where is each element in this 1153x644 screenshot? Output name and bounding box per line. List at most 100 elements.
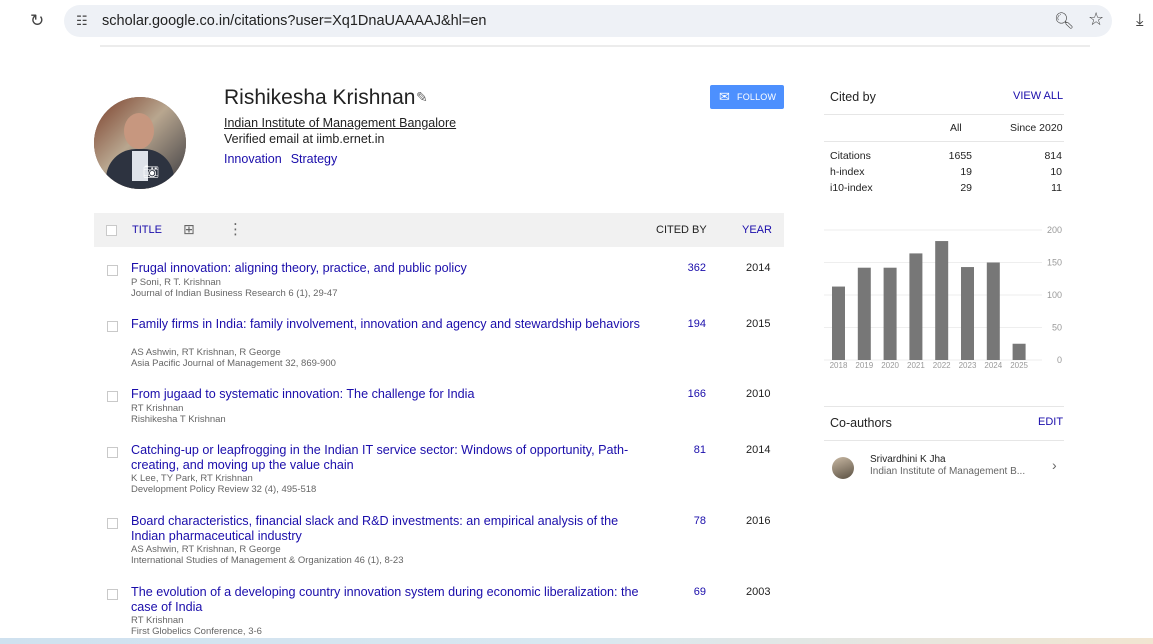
chart-bar[interactable] [961, 267, 974, 360]
article-authors: RT Krishnan [131, 403, 184, 414]
row-checkbox[interactable] [107, 265, 118, 276]
row-checkbox[interactable] [107, 321, 118, 332]
chart-x-tick-label: 2021 [907, 361, 925, 370]
article-venue: Development Policy Review 32 (4), 495-51… [131, 484, 317, 495]
article-authors: RT Krishnan [131, 615, 184, 626]
chart-bar[interactable] [935, 241, 949, 360]
article-year: 2003 [746, 586, 771, 598]
divider [824, 406, 1064, 407]
chart-y-tick-label: 100 [1047, 290, 1062, 300]
profile-interests: Innovation Strategy [224, 152, 346, 166]
stat-label[interactable]: i10-index [830, 182, 873, 194]
cited-by-count[interactable]: 194 [676, 318, 706, 330]
stats-row: Citations 1655 814 [830, 150, 1062, 164]
chart-y-tick-label: 0 [1057, 355, 1062, 365]
sort-by-cited[interactable]: CITED BY [656, 224, 707, 236]
chart-x-tick-label: 2025 [1010, 361, 1028, 370]
citations-bar-chart: 200 150 100 50 0 2018 2019 2020 2021 2022 2023 2024… [824, 225, 1062, 370]
article-title[interactable]: Family firms in India: family involvemen… [131, 317, 651, 332]
stat-since: 11 [1051, 182, 1062, 194]
article-year: 2010 [746, 388, 771, 400]
cited-by-count[interactable]: 78 [676, 515, 706, 527]
row-checkbox[interactable] [107, 589, 118, 600]
chart-bar[interactable] [832, 286, 845, 360]
camera-icon[interactable]: 📷︎ [142, 165, 160, 179]
interest-link[interactable]: Innovation [224, 152, 282, 166]
divider [824, 114, 1064, 115]
follow-button[interactable]: ✉ FOLLOW [710, 85, 784, 109]
star-icon[interactable]: ☆ [1088, 9, 1104, 30]
coauthor-item[interactable]: Srivardhini K Jha Indian Institute of Ma… [824, 449, 1064, 485]
interest-link[interactable]: Strategy [291, 152, 338, 166]
download-icon[interactable]: ⤓ [1136, 10, 1144, 30]
article-title[interactable]: Frugal innovation: aligning theory, prac… [131, 261, 651, 276]
chart-x-tick-label: 2024 [984, 361, 1002, 370]
address-bar[interactable]: ☷ scholar.google.co.in/citations?user=Xq… [64, 5, 1112, 37]
chart-bar[interactable] [883, 267, 897, 360]
article-title[interactable]: From jugaad to systematic innovation: Th… [131, 387, 651, 402]
cited-by-count[interactable]: 166 [676, 388, 706, 400]
chart-x-tick-label: 2018 [830, 361, 848, 370]
profile-name: Rishikesha Krishnan [224, 86, 416, 109]
article-title[interactable]: The evolution of a developing country in… [131, 585, 651, 615]
chart-bar[interactable] [909, 253, 923, 360]
article-year: 2015 [746, 318, 771, 330]
follow-label: FOLLOW [737, 92, 777, 102]
article-authors: P Soni, R T. Krishnan [131, 277, 221, 288]
chevron-right-icon: › [1052, 457, 1057, 473]
chart-y-tick-label: 50 [1052, 323, 1062, 333]
zoom-icon[interactable]: 🔍︎ [1054, 11, 1074, 31]
article-title[interactable]: Board characteristics, financial slack a… [131, 514, 651, 544]
article-venue: First Globelics Conference, 3-6 [131, 626, 262, 637]
chart-bar[interactable] [986, 262, 1000, 361]
stat-all: 19 [960, 166, 972, 178]
edit-coauthors-button[interactable]: EDIT [1038, 416, 1063, 428]
more-vert-icon[interactable]: ⋮ [228, 220, 243, 238]
row-checkbox[interactable] [107, 391, 118, 402]
chart-bar[interactable] [857, 267, 871, 360]
tune-icon[interactable]: ☷ [76, 13, 88, 29]
avatar[interactable]: 📷︎ [94, 97, 186, 189]
article-year: 2014 [746, 444, 771, 456]
divider [824, 141, 1064, 142]
stat-label[interactable]: h-index [830, 166, 864, 178]
stat-label[interactable]: Citations [830, 150, 871, 162]
chart-x-tick-label: 2022 [933, 361, 951, 370]
stat-all: 1655 [948, 150, 972, 162]
stats-col-since: Since 2020 [1010, 122, 1063, 134]
view-all-button[interactable]: VIEW ALL [1013, 90, 1063, 102]
row-checkbox[interactable] [107, 518, 118, 529]
divider [100, 45, 1090, 47]
url-text[interactable]: scholar.google.co.in/citations?user=Xq1D… [102, 13, 487, 29]
article-year: 2014 [746, 262, 771, 274]
sort-by-title[interactable]: TITLE [132, 224, 162, 236]
coauthors-heading: Co-authors [830, 416, 892, 430]
add-article-icon[interactable]: ⊞ [183, 221, 195, 238]
reload-icon[interactable]: ↻ [30, 11, 44, 31]
cited-by-count[interactable]: 81 [676, 444, 706, 456]
sort-by-year[interactable]: YEAR [742, 224, 772, 236]
divider [824, 440, 1064, 441]
profile-affiliation[interactable]: Indian Institute of Management Bangalore [224, 116, 456, 130]
mail-icon: ✉ [719, 89, 730, 104]
pencil-icon[interactable]: ✎ [416, 89, 428, 106]
coauthor-name: Srivardhini K Jha [870, 454, 946, 465]
chart-y-tick-label: 150 [1047, 258, 1062, 268]
row-checkbox[interactable] [107, 447, 118, 458]
stats-col-all: All [950, 122, 962, 134]
chart-bar[interactable] [1012, 343, 1026, 360]
cited-by-count[interactable]: 362 [676, 262, 706, 274]
article-year: 2016 [746, 515, 771, 527]
coauthor-avatar [832, 457, 854, 479]
chart-x-tick-label: 2020 [881, 361, 899, 370]
bottom-strip [0, 638, 1153, 644]
profile-email: Verified email at iimb.ernet.in [224, 132, 385, 146]
cited-by-count[interactable]: 69 [676, 586, 706, 598]
article-title[interactable]: Catching-up or leapfrogging in the India… [131, 443, 651, 473]
chart-y-tick-label: 200 [1047, 225, 1062, 235]
coauthor-affiliation: Indian Institute of Management B... [870, 466, 1026, 477]
stat-all: 29 [960, 182, 972, 194]
select-all-checkbox[interactable] [106, 225, 117, 236]
article-venue: Rishikesha T Krishnan [131, 414, 226, 425]
stats-row: i10-index 29 11 [830, 182, 1062, 196]
